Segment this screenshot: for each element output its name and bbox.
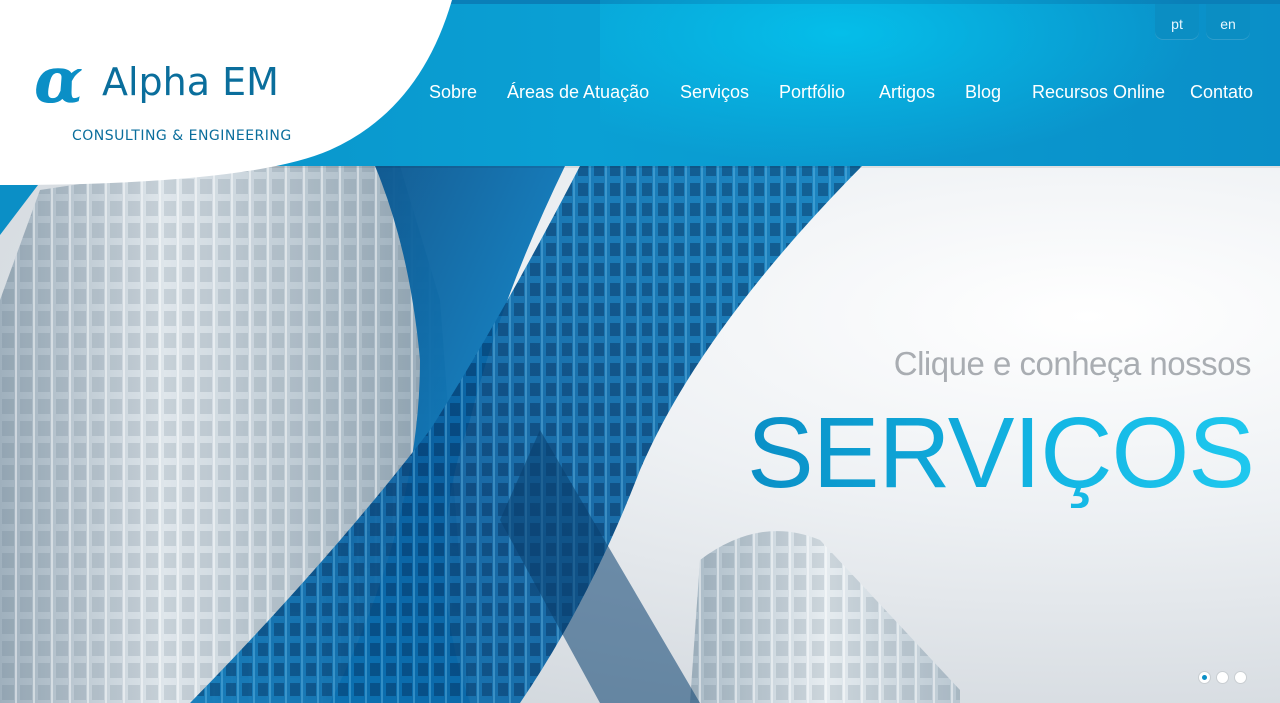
page: α Alpha EM CONSULTING & ENGINEERING pt e… [0,0,1280,703]
language-tab-en[interactable]: en [1206,4,1250,40]
nav-item-recursos-online[interactable]: Recursos Online [1032,80,1165,104]
slider-dot-2[interactable] [1216,671,1229,684]
nav-item-contato[interactable]: Contato [1190,80,1253,104]
nav-item-portfolio[interactable]: Portfólio [779,80,845,104]
logo-area: α Alpha EM CONSULTING & ENGINEERING [0,0,460,190]
hero-title-link[interactable]: SERVIÇOS [747,398,1255,508]
nav-item-servicos[interactable]: Serviços [680,80,749,104]
brand-tagline: CONSULTING & ENGINEERING [72,128,292,144]
nav-item-areas-de-atuacao[interactable]: Áreas de Atuação [507,80,649,104]
brand-name: Alpha EM [102,60,279,104]
nav-item-sobre[interactable]: Sobre [429,80,477,104]
hero-subtitle: Clique e conheça nossos [893,345,1252,382]
language-tab-pt[interactable]: pt [1155,4,1199,40]
alpha-logo-icon: α [34,43,84,118]
slider-dot-3[interactable] [1234,671,1247,684]
slider-dot-1[interactable] [1198,671,1211,684]
nav-item-blog[interactable]: Blog [965,80,1001,104]
nav-item-artigos[interactable]: Artigos [879,80,935,104]
